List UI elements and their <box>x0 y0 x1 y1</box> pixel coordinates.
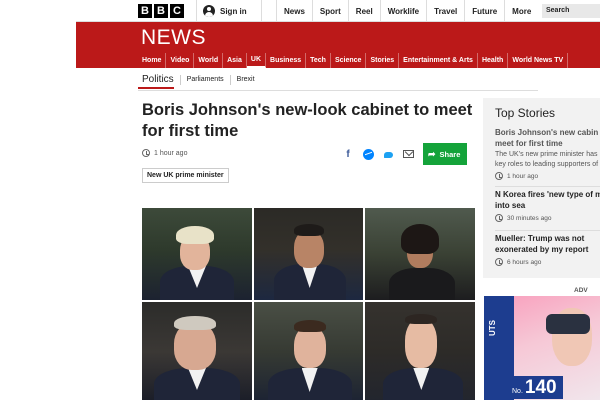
search-input[interactable]: Search <box>542 4 600 18</box>
article-photo-grid <box>142 208 475 400</box>
clock-icon <box>142 149 150 157</box>
divider <box>138 90 538 91</box>
share-label: Share <box>439 149 461 159</box>
main-nav-world-news-tv[interactable]: World News TV <box>508 53 569 68</box>
clock-icon <box>495 172 503 180</box>
cabinet-photo <box>142 302 252 400</box>
story-summary-line: The UK's new prime minister has <box>495 151 598 158</box>
global-nav-travel[interactable]: Travel <box>426 0 464 22</box>
share-arrow-icon: ➦ <box>428 148 436 159</box>
facebook-icon[interactable]: f <box>342 149 354 160</box>
news-section-title[interactable]: NEWS <box>141 26 206 50</box>
global-nav: News Sport Reel Worklife Travel Future M… <box>276 0 538 22</box>
story-timestamp: 1 hour ago <box>507 172 539 180</box>
divider <box>495 186 600 187</box>
story-meta: 6 hours ago <box>495 258 600 266</box>
story-title-line: Mueller: Trump was not <box>495 234 585 243</box>
logo-letter: B <box>138 4 152 18</box>
logo-letter: B <box>154 4 168 18</box>
main-nav-business[interactable]: Business <box>266 53 307 68</box>
main-nav-world[interactable]: World <box>194 53 224 68</box>
story-title-line: N Korea fires 'new type of m <box>495 190 600 199</box>
cabinet-photo <box>365 208 475 300</box>
bbc-logo[interactable]: B B C <box>138 4 184 18</box>
main-nav-tech[interactable]: Tech <box>306 53 331 68</box>
top-story-item[interactable]: N Korea fires 'new type of m into sea 30… <box>495 190 600 222</box>
article-meta: 1 hour ago <box>142 149 187 157</box>
cabinet-photo <box>365 302 475 400</box>
advert-label: ADV <box>574 287 588 294</box>
cabinet-photo <box>142 208 252 300</box>
main-nav-science[interactable]: Science <box>331 53 367 68</box>
topic-tag[interactable]: New UK prime minister <box>142 168 229 183</box>
story-meta: 1 hour ago <box>495 172 600 180</box>
global-nav-worklife[interactable]: Worklife <box>379 0 426 22</box>
news-banner: NEWS Home Video World Asia UK Business T… <box>76 22 600 68</box>
advert-badge-number: 140 <box>524 377 557 398</box>
share-button[interactable]: ➦ Share <box>423 143 468 165</box>
main-nav-health[interactable]: Health <box>478 53 509 68</box>
share-tools: f ➦ Share <box>342 143 468 165</box>
top-stories-sidebar: Top Stories Boris Johnson's new cabin me… <box>483 98 600 278</box>
global-nav-news[interactable]: News <box>276 0 312 22</box>
sign-in-button[interactable]: Sign in <box>196 0 262 22</box>
main-nav-entertainment-arts[interactable]: Entertainment & Arts <box>399 53 478 68</box>
divider <box>495 230 600 231</box>
story-timestamp: 6 hours ago <box>507 258 542 266</box>
sign-in-label: Sign in <box>220 6 247 16</box>
global-nav-sport[interactable]: Sport <box>311 0 348 22</box>
global-header: B B C Sign in News Sport Reel Worklife T… <box>76 0 600 22</box>
advert[interactable]: UTS No. 140 <box>484 296 600 400</box>
advert-badge-prefix: No. <box>512 388 523 395</box>
story-title-line: into sea <box>495 200 526 210</box>
user-icon <box>203 5 215 17</box>
clock-icon <box>495 258 503 266</box>
main-nav-video[interactable]: Video <box>166 53 195 68</box>
top-story-item[interactable]: Mueller: Trump was not exonerated by my … <box>495 234 600 266</box>
subnav-politics[interactable]: Politics <box>138 75 181 89</box>
global-nav-more[interactable]: More <box>504 0 538 22</box>
story-meta: 30 minutes ago <box>495 214 600 222</box>
article-headline: Boris Johnson's new-look cabinet to meet… <box>142 101 473 140</box>
advert-brand: UTS <box>488 320 497 336</box>
story-title-line: meet for first time <box>495 138 563 148</box>
vr-headset-icon <box>546 314 590 334</box>
main-nav-uk[interactable]: UK <box>246 53 267 68</box>
sidebar-title: Top Stories <box>495 106 556 120</box>
cabinet-photo <box>253 302 364 400</box>
main-nav-stories[interactable]: Stories <box>366 53 400 68</box>
story-timestamp: 30 minutes ago <box>507 214 552 222</box>
global-nav-reel[interactable]: Reel <box>347 0 380 22</box>
main-nav: Home Video World Asia UK Business Tech S… <box>138 53 569 68</box>
email-icon[interactable] <box>403 150 414 158</box>
browser-viewport: B B C Sign in News Sport Reel Worklife T… <box>76 0 600 400</box>
top-story-item[interactable]: Boris Johnson's new cabin meet for first… <box>495 128 600 180</box>
subnav-brexit[interactable]: Brexit <box>231 75 261 85</box>
global-nav-future[interactable]: Future <box>464 0 504 22</box>
article-timestamp: 1 hour ago <box>154 149 188 157</box>
section-subnav: Politics Parliaments Brexit <box>138 72 261 89</box>
logo-letter: C <box>170 4 184 18</box>
story-title-line: exonerated by my report <box>495 244 589 254</box>
clock-icon <box>495 214 503 222</box>
messenger-icon[interactable] <box>363 148 374 160</box>
cabinet-photo <box>253 208 364 300</box>
main-nav-home[interactable]: Home <box>138 53 167 68</box>
main-nav-asia[interactable]: Asia <box>223 53 247 68</box>
story-summary-line: key roles to leading supporters of <box>495 161 599 168</box>
advert-badge: No. 140 <box>506 376 563 399</box>
subnav-parliaments[interactable]: Parliaments <box>181 75 231 85</box>
twitter-icon[interactable] <box>383 150 394 159</box>
story-title-line: Boris Johnson's new cabin <box>495 128 599 137</box>
